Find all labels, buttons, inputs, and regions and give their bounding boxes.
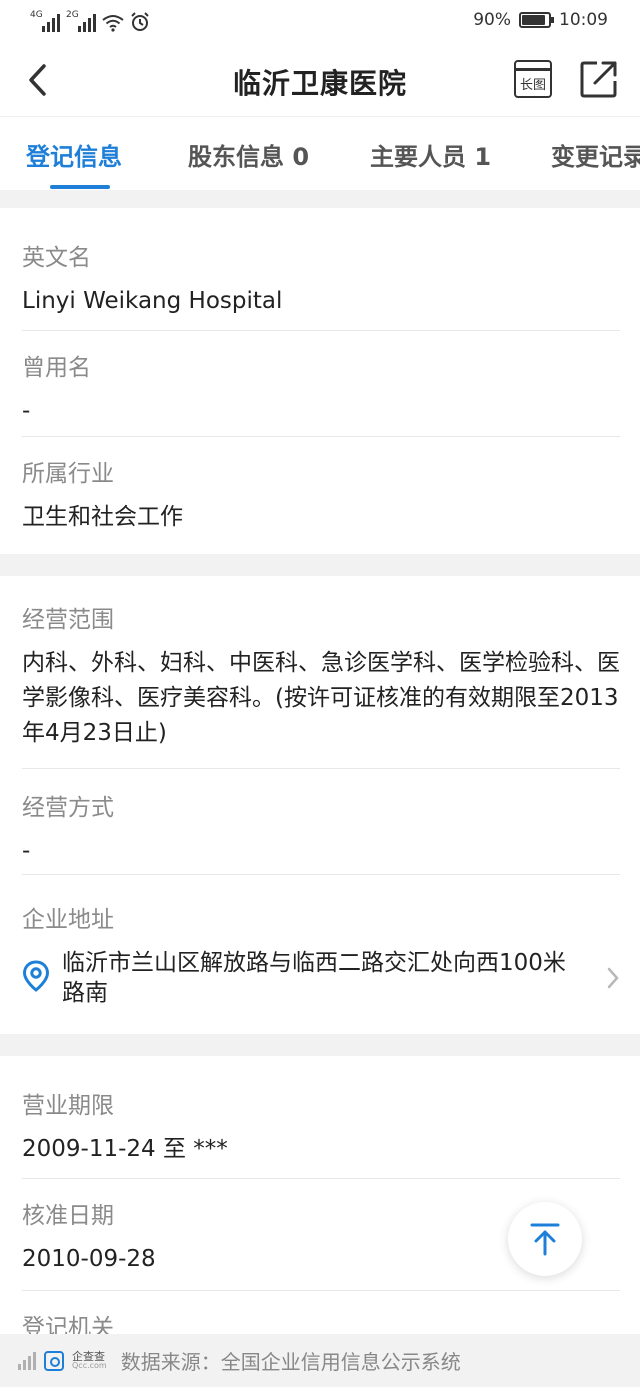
field-label: 营业期限 <box>22 1093 114 1119</box>
field-label: 经营范围 <box>22 607 114 633</box>
signal-icon-2: 2G <box>66 10 96 32</box>
field-industry: 所属行业 卫生和社会工作 <box>22 454 620 535</box>
field-english-name: 英文名 Linyi Weikang Hospital <box>22 238 620 319</box>
long-image-label: 长图 <box>519 78 546 93</box>
qcc-logo-icon <box>44 1350 64 1371</box>
field-former-name: 曾用名 - <box>22 348 620 429</box>
long-image-button[interactable]: 长图 <box>514 60 552 98</box>
tab-bar: 登记信息 股东信息 0 主要人员 1 变更记录 <box>0 116 640 190</box>
tab-change-records[interactable]: 变更记录 <box>551 137 640 172</box>
field-label: 曾用名 <box>22 355 91 381</box>
share-icon[interactable] <box>580 60 618 98</box>
clock: 10:09 <box>559 10 608 30</box>
field-value: - <box>22 398 31 424</box>
wifi-icon <box>102 14 124 32</box>
status-left: 4G 2G <box>30 10 150 32</box>
divider <box>22 1290 620 1291</box>
data-source-footer: 企查查 Qcc.com 数据来源：全国企业信用信息公示系统 <box>0 1334 640 1387</box>
battery-icon <box>519 12 554 28</box>
field-value: 2009-11-24 至 *** <box>22 1136 228 1162</box>
qcc-logo: 企查查 Qcc.com <box>72 1351 107 1370</box>
location-icon <box>22 960 50 992</box>
signal-icon: 4G <box>30 10 60 32</box>
divider <box>22 330 620 331</box>
chevron-right-icon <box>607 967 619 989</box>
field-address: 企业地址 <box>22 900 620 934</box>
arrow-up-icon <box>530 1223 560 1256</box>
field-value: - <box>22 838 31 864</box>
address-text: 临沂市兰山区解放路与临西二路交汇处向西100米路南 <box>62 950 566 1006</box>
tab-key-personnel[interactable]: 主要人员 1 <box>370 137 491 172</box>
logo-domain: Qcc.com <box>72 1361 107 1370</box>
status-right: 90% 10:09 <box>473 10 608 30</box>
app-header: 临沂卫康医院 长图 <box>0 44 640 116</box>
signal-icon <box>18 1351 36 1370</box>
data-source-text: 数据来源：全国企业信用信息公示系统 <box>120 1350 461 1374</box>
field-business-scope: 经营范围 内科、外科、妇科、中医科、急诊医学科、医学检验科、医学影像科、医疗美容… <box>22 600 620 751</box>
divider <box>22 1178 620 1179</box>
divider <box>22 874 620 875</box>
field-business-term: 营业期限 2009-11-24 至 *** <box>22 1086 620 1167</box>
battery-percent: 90% <box>473 10 511 30</box>
field-value: 内科、外科、妇科、中医科、急诊医学科、医学检验科、医学影像科、医疗美容科。(按许… <box>22 650 620 746</box>
divider <box>22 436 620 437</box>
network-type-1: 4G <box>30 10 43 20</box>
field-label: 所属行业 <box>22 461 114 487</box>
section-gap <box>0 1034 640 1056</box>
alarm-icon <box>130 12 150 32</box>
field-label: 经营方式 <box>22 795 114 821</box>
field-value: Linyi Weikang Hospital <box>22 288 283 314</box>
section-gap <box>0 554 640 576</box>
field-label: 英文名 <box>22 245 91 271</box>
tab-indicator <box>50 185 110 189</box>
field-business-mode: 经营方式 - <box>22 788 620 869</box>
scroll-top-button[interactable] <box>508 1202 582 1276</box>
divider <box>22 768 620 769</box>
tab-registration[interactable]: 登记信息 <box>26 137 122 172</box>
field-label: 企业地址 <box>22 907 114 933</box>
network-type-2: 2G <box>66 10 79 20</box>
status-bar: 4G 2G 90% 10:09 <box>0 0 640 44</box>
section-gap <box>0 190 640 208</box>
tab-shareholders[interactable]: 股东信息 0 <box>188 137 309 172</box>
field-value: 卫生和社会工作 <box>22 504 183 530</box>
address-row[interactable]: 临沂市兰山区解放路与临西二路交汇处向西100米路南 <box>22 948 620 1012</box>
